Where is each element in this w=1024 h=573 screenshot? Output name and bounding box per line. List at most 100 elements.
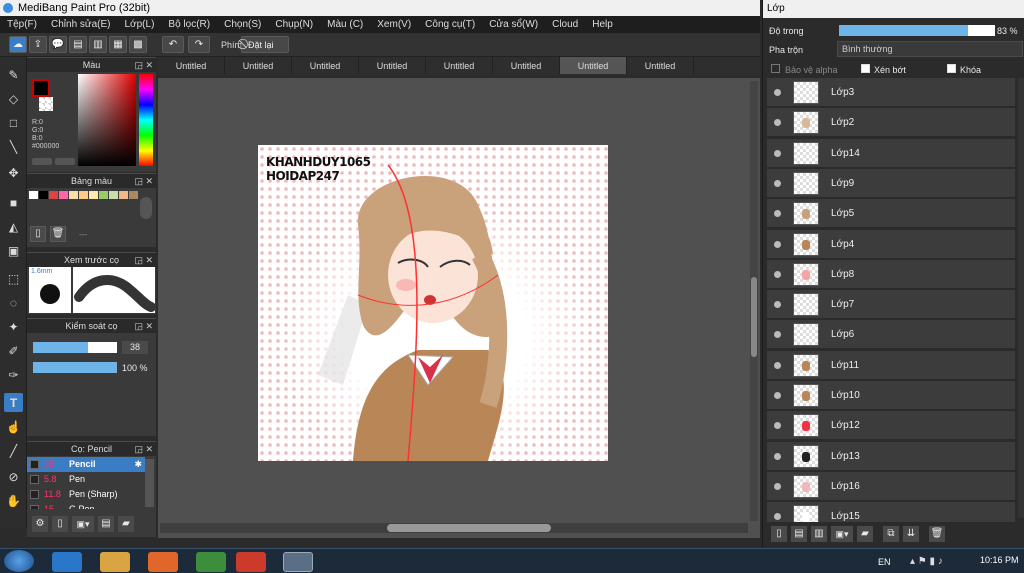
tab-untitled[interactable]: Untitled: [493, 57, 560, 74]
toolbar: ☁ ⇪ 💬 ▤ ▥ ▦ ▩ ↶ ↷ Phím ⃠ Đặt lại: [0, 33, 760, 57]
horizontal-scrollbar[interactable]: [160, 523, 748, 533]
layer-row[interactable]: Lớp9: [767, 168, 1015, 198]
layer-visibility-icon[interactable]: [774, 179, 781, 187]
grid-icon[interactable]: ▦: [109, 36, 127, 53]
blend-mode-select[interactable]: Bình thường: [837, 41, 1023, 57]
tile-icon[interactable]: ▩: [129, 36, 147, 53]
menu-filter[interactable]: Bộ lọc(R): [161, 19, 217, 30]
blend-mode-value: Bình thường: [842, 44, 893, 54]
menu-edit[interactable]: Chỉnh sửa(E): [44, 19, 118, 30]
document-icon[interactable]: ▤: [69, 36, 87, 53]
layer-thumbnail: [793, 384, 819, 407]
layer-thumbnail: [793, 293, 819, 317]
new-8bit-layer-icon[interactable]: ▥: [811, 526, 827, 542]
layer-visibility-icon[interactable]: [774, 331, 781, 339]
menu-color[interactable]: Màu (C): [320, 19, 370, 30]
menu-layer[interactable]: Lớp(L): [118, 19, 162, 30]
layer-opacity-fill: [839, 25, 969, 36]
menu-select[interactable]: Chọn(S): [217, 19, 268, 30]
layer-row[interactable]: Lớp12: [767, 411, 1015, 441]
menu-tools[interactable]: Công cụ(T): [418, 19, 482, 30]
menu-cloud[interactable]: Cloud: [545, 19, 585, 30]
layer-visibility-icon[interactable]: [774, 270, 781, 278]
cloud-icon[interactable]: ☁: [9, 36, 27, 53]
duplicate-layer-icon[interactable]: ⧉: [883, 526, 899, 542]
menu-snap[interactable]: Chụp(N): [268, 19, 320, 30]
layer-row[interactable]: Lớp3: [767, 78, 1015, 107]
layer-visibility-icon[interactable]: [774, 513, 781, 521]
layer-visibility-icon[interactable]: [774, 240, 781, 248]
merge-layer-icon[interactable]: ⇊: [903, 526, 919, 542]
layer-list: Lớp3 Lớp2 Lớp14 Lớp9 Lớp5 Lớp4 Lớp8 Lớp7 Lớp6 Lớp…: [0, 78, 1024, 522]
layer-visibility-icon[interactable]: [774, 392, 781, 399]
layer-visibility-icon[interactable]: [774, 210, 781, 218]
layer-visibility-icon[interactable]: [774, 361, 781, 369]
layer-row[interactable]: Lớp16: [767, 471, 1015, 501]
new-halftone-layer-icon[interactable]: ▤: [791, 526, 807, 542]
media-player-icon[interactable]: [148, 552, 178, 572]
delete-layer-icon[interactable]: 🗑: [929, 526, 945, 542]
language-indicator[interactable]: EN: [878, 557, 891, 567]
tab-untitled[interactable]: Untitled: [292, 57, 359, 74]
layer-opacity-label: Độ trong: [769, 26, 804, 36]
undo-icon[interactable]: ↶: [162, 36, 184, 53]
menu-file[interactable]: Tệp(F): [0, 19, 44, 30]
color-panel-header: Màu ◲ ✕: [27, 57, 156, 72]
layer-name: Lớp7: [831, 299, 855, 311]
tab-untitled[interactable]: Untitled: [426, 57, 493, 74]
panel-controls-icon[interactable]: ◲ ✕: [134, 58, 153, 73]
lock-checkbox[interactable]: [947, 64, 956, 73]
color-panel-title: Màu: [82, 60, 101, 70]
new-layer-icon[interactable]: ▯: [771, 526, 787, 542]
medibang-taskbar-icon[interactable]: [283, 552, 313, 572]
layer-row[interactable]: Lớp11: [767, 350, 1015, 380]
redo-icon[interactable]: ↷: [188, 36, 210, 53]
layer-row[interactable]: Lớp14: [767, 138, 1015, 168]
layer-row[interactable]: Lớp8: [767, 259, 1015, 289]
blend-mode-label: Pha trộn: [769, 45, 804, 55]
browser-ie-icon[interactable]: [52, 552, 82, 572]
layer-row[interactable]: Lớp10: [767, 381, 1015, 410]
layer-row[interactable]: Lớp7: [767, 290, 1015, 320]
layer-row[interactable]: Lớp4: [767, 229, 1015, 259]
menu-help[interactable]: Help: [585, 19, 620, 30]
layer-panel-title: Lớp: [763, 0, 1024, 18]
layer-visibility-icon[interactable]: [774, 89, 781, 96]
tray-icons[interactable]: ▴ ⚑ ▮ ♪: [910, 556, 943, 567]
layer-visibility-icon[interactable]: [774, 482, 781, 490]
protect-alpha-checkbox[interactable]: [771, 64, 780, 73]
clock-time[interactable]: 10:16 PM: [980, 555, 1019, 565]
menu-window[interactable]: Cửa sổ(W): [482, 19, 545, 30]
layer-row[interactable]: Lớp6: [767, 320, 1015, 350]
menu-view[interactable]: Xem(V): [370, 19, 418, 30]
layer-visibility-icon[interactable]: [774, 149, 781, 157]
tab-untitled[interactable]: Untitled: [359, 57, 426, 74]
layer-folder-icon[interactable]: ▰: [857, 526, 873, 542]
upload-icon[interactable]: ⇪: [29, 36, 47, 53]
tab-untitled[interactable]: Untitled: [560, 57, 627, 74]
layer-thumbnail: [793, 81, 819, 104]
start-button-icon[interactable]: [4, 550, 34, 572]
paint-app-icon[interactable]: [196, 552, 226, 572]
page-icon[interactable]: ▥: [89, 36, 107, 53]
reset-button[interactable]: ⃠ Đặt lại: [241, 36, 289, 53]
layer-thumbnail: [793, 353, 819, 377]
layer-row[interactable]: Lớp5: [767, 199, 1015, 229]
chrome-icon[interactable]: [236, 552, 266, 572]
layer-opacity-slider[interactable]: [839, 25, 995, 36]
layer-visibility-icon[interactable]: [774, 422, 781, 430]
layer-visibility-icon[interactable]: [774, 301, 781, 309]
layer-visibility-icon[interactable]: [774, 119, 781, 127]
file-explorer-icon[interactable]: [100, 552, 130, 572]
layer-name: Lớp10: [831, 390, 860, 401]
layer-row[interactable]: Lớp2: [767, 108, 1015, 138]
layer-type-menu-icon[interactable]: ▣▾: [831, 526, 853, 542]
layer-visibility-icon[interactable]: [774, 452, 781, 460]
comment-icon[interactable]: 💬: [49, 36, 67, 53]
tab-untitled[interactable]: Untitled: [627, 57, 694, 74]
tab-untitled[interactable]: Untitled: [225, 57, 292, 74]
clipping-checkbox[interactable]: [861, 64, 870, 73]
layer-row[interactable]: Lớp13: [767, 441, 1015, 471]
horizontal-scroll-thumb[interactable]: [387, 524, 551, 532]
tab-untitled[interactable]: Untitled: [158, 57, 225, 74]
